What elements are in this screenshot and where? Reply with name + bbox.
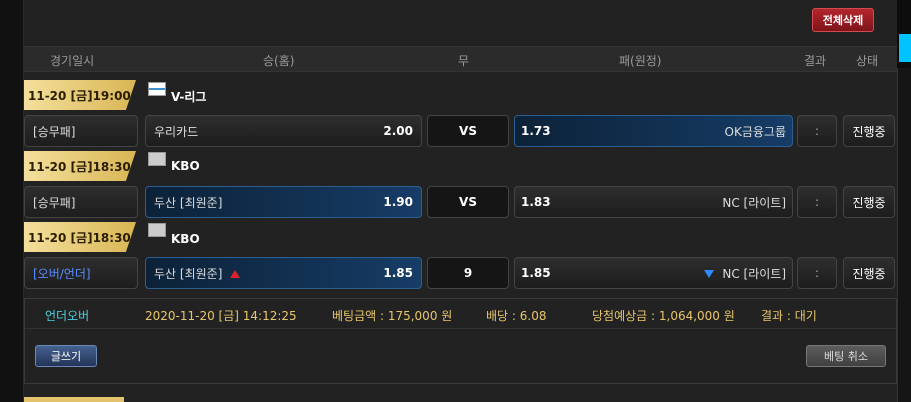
away-team-name: NC [라이트] xyxy=(722,266,786,281)
status-cell: 진행중 xyxy=(843,257,895,289)
league-name: V-리그 xyxy=(171,90,207,104)
status-badge: 진행중 xyxy=(852,195,886,210)
status-badge: 진행중 xyxy=(852,124,886,139)
home-odds-value: 2.00 xyxy=(383,124,413,138)
summary-expected-win: 당첨예상금 : 1,064,000 원 xyxy=(592,309,735,323)
home-team-name: 두산 [최원준] xyxy=(154,195,223,210)
summary-result: 결과 : 대기 xyxy=(761,309,817,323)
summary-info-row: 언더오버 2020-11-20 [금] 14:12:25 베팅금액 : 175,… xyxy=(25,299,896,329)
table-header: 경기일시 승(홈) 무 패(원정) 결과 상태 xyxy=(24,46,897,72)
away-odds-value: 1.73 xyxy=(521,124,551,138)
home-odds-value: 1.85 xyxy=(383,266,413,280)
draw-odds-button[interactable]: VS xyxy=(427,186,509,218)
home-team-name: 우리카드 xyxy=(154,124,199,139)
arrow-up-icon xyxy=(230,270,241,278)
result-cell: : xyxy=(797,257,837,289)
status-cell: 진행중 xyxy=(843,186,895,218)
home-odds-button[interactable]: 두산 [최원준] 1.90 xyxy=(145,186,422,218)
home-team-name: 두산 [최원준] xyxy=(154,266,223,281)
status-badge: 진행중 xyxy=(852,266,886,281)
home-odds-button[interactable]: 우리카드 2.00 xyxy=(145,115,422,147)
league-name: KBO xyxy=(171,232,200,246)
away-team-name: OK금융그룹 xyxy=(724,124,786,139)
header-home: 승(홈) xyxy=(263,54,295,68)
summary-odds: 배당 : 6.08 xyxy=(486,309,547,323)
match-datetime-tag: 11-20 [금]18:30 xyxy=(24,151,136,181)
match-datetime-tag: 11-20 [금]19:00 xyxy=(24,80,136,110)
bet-summary: 언더오버 2020-11-20 [금] 14:12:25 베팅금액 : 175,… xyxy=(24,298,897,384)
left-panel-edge xyxy=(0,0,24,402)
result-cell: : xyxy=(797,186,837,218)
header-away: 패(원정) xyxy=(619,54,662,68)
bet-type-label: [승무패] xyxy=(33,195,76,210)
header-datetime: 경기일시 xyxy=(50,54,95,68)
under-odds-button[interactable]: 1.85 NC [라이트] xyxy=(514,257,793,289)
baseline-cell: 9 xyxy=(427,257,509,289)
bet-type-cell: [오버/언더] xyxy=(24,257,138,289)
draw-label: VS xyxy=(459,124,477,138)
summary-datetime: 2020-11-20 [금] 14:12:25 xyxy=(145,309,297,323)
status-cell: 진행중 xyxy=(843,115,895,147)
header-status: 상태 xyxy=(856,54,879,68)
league-name: KBO xyxy=(171,159,200,173)
draw-label: VS xyxy=(459,195,477,209)
bet-type-label: [승무패] xyxy=(33,124,76,139)
baseball-league-icon xyxy=(148,152,166,166)
home-odds-value: 1.90 xyxy=(383,195,413,209)
result-cell: : xyxy=(797,115,837,147)
arrow-down-icon xyxy=(704,270,715,278)
header-result: 결과 xyxy=(804,54,827,68)
cancel-bet-button[interactable]: 베팅 취소 xyxy=(806,345,886,367)
away-odds-value: 1.85 xyxy=(521,266,551,280)
away-odds-value: 1.83 xyxy=(521,195,551,209)
next-match-tag xyxy=(24,397,124,402)
result-score: : xyxy=(814,195,820,209)
volleyball-league-icon xyxy=(148,82,166,96)
away-odds-button[interactable]: 1.83 NC [라이트] xyxy=(514,186,793,218)
delete-all-button[interactable]: 전체삭제 xyxy=(812,8,874,32)
write-post-button[interactable]: 글쓰기 xyxy=(35,345,97,367)
result-score: : xyxy=(814,124,820,138)
bet-type-cell: [승무패] xyxy=(24,115,138,147)
away-odds-button[interactable]: 1.73 OK금융그룹 xyxy=(514,115,793,147)
draw-odds-button[interactable]: VS xyxy=(427,115,509,147)
result-score: : xyxy=(814,266,820,280)
summary-bet-amount: 베팅금액 : 175,000 원 xyxy=(332,309,453,323)
baseball-league-icon xyxy=(148,223,166,237)
summary-bet-type: 언더오버 xyxy=(45,309,90,323)
side-tab-indicator[interactable] xyxy=(899,34,911,62)
bet-type-cell: [승무패] xyxy=(24,186,138,218)
bet-type-label: [오버/언더] xyxy=(33,266,91,281)
header-draw: 무 xyxy=(458,54,470,68)
scrollbar-track[interactable] xyxy=(897,68,911,402)
match-datetime-tag: 11-20 [금]18:30 xyxy=(24,222,136,252)
over-odds-button[interactable]: 두산 [최원준] 1.85 xyxy=(145,257,422,289)
away-team-name: NC [라이트] xyxy=(722,195,786,210)
baseline-value: 9 xyxy=(463,266,473,280)
